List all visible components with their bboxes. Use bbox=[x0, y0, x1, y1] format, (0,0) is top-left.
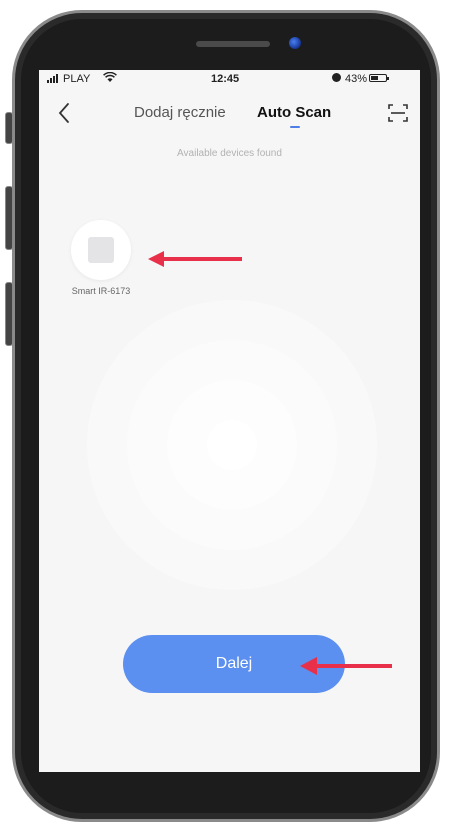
battery-icon bbox=[369, 74, 389, 82]
back-chevron-icon[interactable] bbox=[55, 100, 75, 126]
earpiece-speaker bbox=[196, 41, 270, 47]
annotation-arrow-next-icon bbox=[300, 657, 392, 675]
top-nav: Dodaj ręcznie Auto Scan bbox=[39, 96, 420, 132]
battery-percent: 43% bbox=[345, 73, 368, 85]
volume-down-button bbox=[5, 282, 13, 346]
status-time: 12:45 bbox=[211, 73, 240, 85]
wifi-icon bbox=[103, 72, 117, 82]
alarm-icon bbox=[332, 73, 341, 82]
carrier-name: PLAY bbox=[63, 73, 91, 85]
volume-up-button bbox=[5, 186, 13, 250]
scan-status-text: Available devices found bbox=[177, 148, 282, 159]
found-device[interactable]: Smart IR-6173 bbox=[69, 220, 133, 310]
mute-switch bbox=[5, 112, 13, 144]
tab-manual-add[interactable]: Dodaj ręcznie bbox=[134, 104, 226, 121]
annotation-arrow-device-icon bbox=[148, 251, 242, 267]
tab-auto-scan[interactable]: Auto Scan bbox=[257, 104, 331, 121]
front-camera bbox=[289, 37, 301, 49]
status-bar: PLAY 12:45 43% bbox=[39, 70, 420, 88]
device-avatar bbox=[71, 220, 131, 280]
signal-strength-icon bbox=[47, 74, 58, 83]
qr-scan-icon[interactable] bbox=[387, 102, 409, 124]
device-placeholder-icon bbox=[88, 237, 114, 263]
active-tab-indicator bbox=[290, 126, 300, 128]
device-name: Smart IR-6173 bbox=[71, 286, 131, 296]
radar-ring-center bbox=[207, 420, 257, 470]
